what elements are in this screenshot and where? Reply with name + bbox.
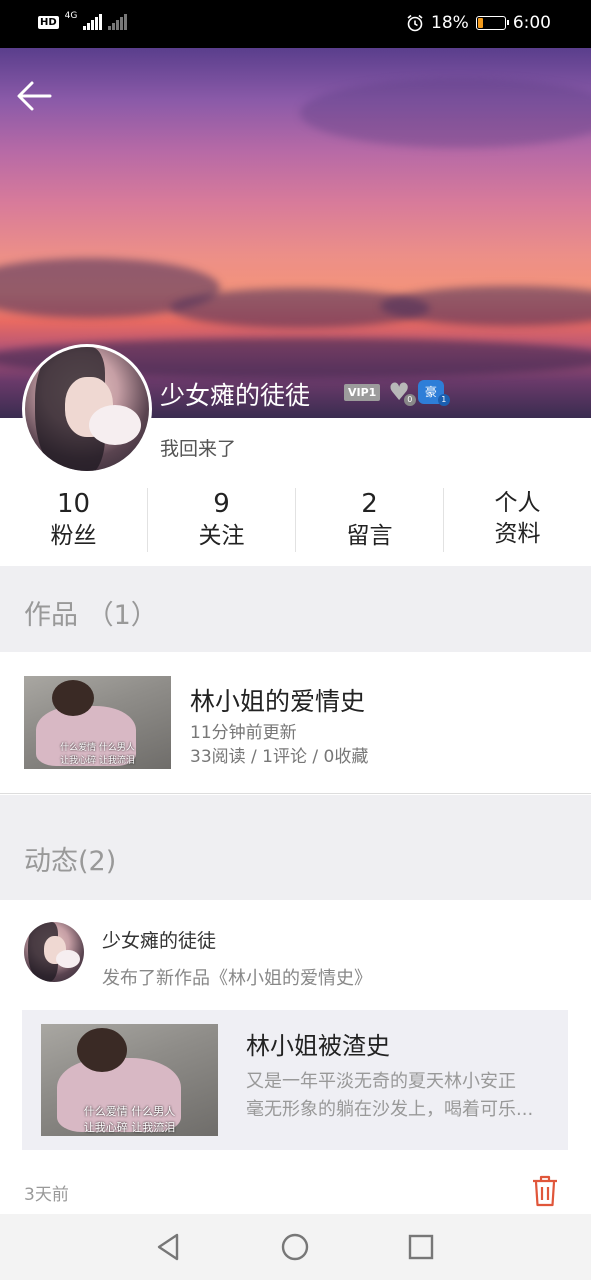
status-right: 18% 6:00 <box>406 13 551 33</box>
feed-action: 发布了新作品《林小姐的爱情史》 <box>102 968 372 989</box>
works-section-header: 作品 （1） <box>0 566 591 652</box>
heart-badge-icon[interactable]: ♥ 0 <box>388 380 416 406</box>
network-type: 4G <box>64 10 78 21</box>
stat-label: 粉丝 <box>50 523 97 549</box>
delete-trash-icon[interactable] <box>530 1174 560 1208</box>
profile-info-line1: 个人 <box>494 490 541 516</box>
thumb-figure-head <box>77 1028 127 1072</box>
stat-label: 留言 <box>346 523 393 549</box>
rich-badge-count: 1 <box>437 394 450 406</box>
hd-badge: HD <box>38 15 59 29</box>
battery-fill <box>477 18 483 28</box>
thumb-caption: 让我心碎 让我流泪 <box>83 1121 176 1134</box>
status-bar: HD 4G 18% 6:00 <box>0 0 591 48</box>
signal-icon-2 <box>108 14 128 30</box>
cloud-shape <box>380 286 591 326</box>
stat-fans[interactable]: 10 粉丝 <box>0 488 148 552</box>
alarm-icon <box>407 14 423 32</box>
profile-info-line2: 资料 <box>494 521 541 547</box>
thumb-caption: 什么爱情 什么男人 <box>83 1105 176 1118</box>
stats-row: 10 粉丝 9 关注 2 留言 个人 资料 <box>0 488 591 552</box>
rich-badge-label: 豪 <box>424 385 437 399</box>
cloud-shape <box>300 78 591 148</box>
work-title[interactable]: 林小姐的爱情史 <box>190 682 365 718</box>
status-left: HD 4G <box>38 10 128 30</box>
feed-section-header: 动态(2) <box>0 795 591 900</box>
excerpt-line: 毫无形象的躺在沙发上，喝着可乐... <box>246 1099 534 1120</box>
nav-recents-icon[interactable] <box>405 1231 437 1263</box>
work-updated: 11分钟前更新 <box>190 723 297 743</box>
excerpt-line: 又是一年平淡无奇的夏天林小安正 <box>246 1071 516 1092</box>
feed-avatar[interactable] <box>24 922 84 982</box>
avatar-hand <box>89 405 141 445</box>
feed-section-title: 动态(2) <box>24 846 117 877</box>
stat-value: 10 <box>56 489 91 519</box>
clock: 6:00 <box>512 13 551 33</box>
work-stats: 33阅读 / 1评论 / 0收藏 <box>190 747 369 767</box>
badge-row: VIP1 ♥ 0 豪1 <box>344 380 450 406</box>
battery-percent: 18% <box>431 13 469 33</box>
heart-badge-count: 0 <box>403 394 416 406</box>
work-thumbnail[interactable]: 什么爱情 什么男人 让我心碎 让我流泪 <box>24 676 171 769</box>
feed-card-excerpt: 又是一年平淡无奇的夏天林小安正 毫无形象的躺在沙发上，喝着可乐... <box>246 1068 562 1124</box>
nav-back-icon[interactable] <box>153 1231 185 1263</box>
system-nav-bar <box>0 1214 591 1280</box>
thumb-figure-head <box>52 680 94 716</box>
feed-avatar-hand <box>56 950 80 968</box>
feed-card-thumbnail: 什么爱情 什么男人 让我心碎 让我流泪 <box>41 1024 218 1136</box>
avatar[interactable] <box>22 344 152 474</box>
profile-info-button[interactable]: 个人 资料 <box>444 488 591 552</box>
signal-icon <box>83 14 103 30</box>
back-arrow-icon[interactable] <box>14 76 54 116</box>
thumb-caption: 什么爱情 什么男人 <box>60 743 135 753</box>
stat-label: 关注 <box>198 523 245 549</box>
works-section-title: 作品 （1） <box>24 600 158 631</box>
stat-value: 9 <box>213 489 230 519</box>
battery-icon <box>475 16 509 30</box>
feed-timestamp: 3天前 <box>24 1185 69 1205</box>
rich-badge-icon[interactable]: 豪1 <box>417 380 450 406</box>
feed-author[interactable]: 少女瘫的徒徒 <box>102 926 216 953</box>
stat-value: 2 <box>361 489 378 519</box>
stat-messages[interactable]: 2 留言 <box>296 488 444 552</box>
nav-home-icon[interactable] <box>279 1231 311 1263</box>
vip-badge[interactable]: VIP1 <box>344 383 381 401</box>
thumb-caption: 让我心碎 让我流泪 <box>60 756 135 766</box>
feed-card-title: 林小姐被渣史 <box>246 1032 390 1060</box>
bio: 我回来了 <box>160 438 237 460</box>
stat-following[interactable]: 9 关注 <box>148 488 296 552</box>
username: 少女瘫的徒徒 <box>160 381 311 410</box>
